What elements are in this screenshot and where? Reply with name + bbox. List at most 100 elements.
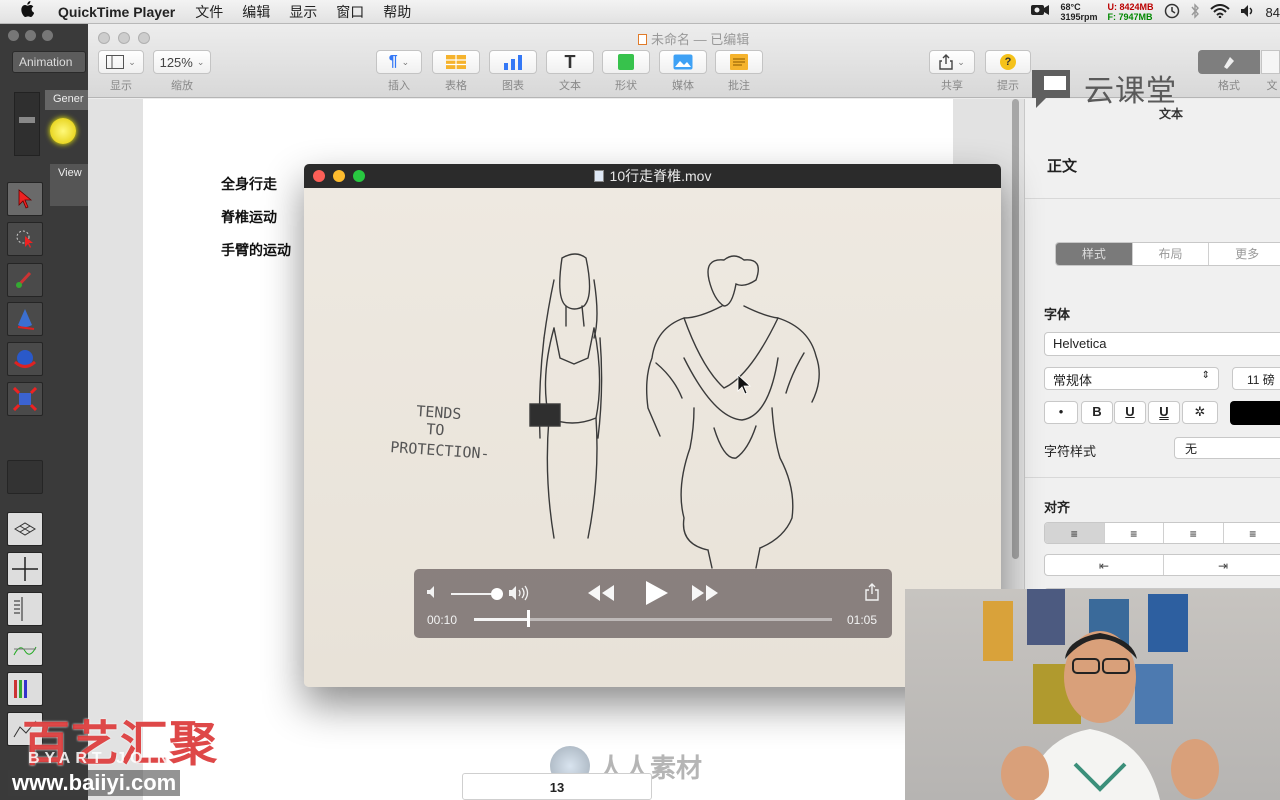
share-video-icon[interactable] bbox=[865, 583, 879, 606]
align-justify-button[interactable]: ≡ bbox=[1224, 523, 1280, 543]
align-right-button[interactable]: ≡ bbox=[1164, 523, 1224, 543]
paint-brush-icon[interactable] bbox=[7, 263, 43, 297]
increase-indent-button[interactable]: ⇥ bbox=[1164, 555, 1280, 575]
time-machine-icon[interactable] bbox=[1164, 3, 1180, 22]
rewind-icon[interactable] bbox=[586, 583, 616, 608]
app-menu[interactable]: QuickTime Player bbox=[58, 4, 175, 20]
cube-scale-icon[interactable] bbox=[7, 382, 43, 416]
zoom-button[interactable] bbox=[42, 30, 53, 41]
vertical-scrollbar[interactable] bbox=[1012, 99, 1019, 559]
cone-shape-icon[interactable] bbox=[7, 302, 43, 336]
battery-readout[interactable]: 84 bbox=[1266, 5, 1280, 20]
sketch-text-2: TO bbox=[426, 420, 445, 439]
wifi-icon[interactable] bbox=[1209, 3, 1230, 21]
general-tab[interactable]: Gener bbox=[45, 90, 90, 110]
scrubber-handle[interactable] bbox=[526, 610, 530, 627]
format-label: 格式 bbox=[1218, 80, 1240, 92]
close-button[interactable] bbox=[8, 30, 19, 41]
comment-button[interactable] bbox=[715, 50, 763, 74]
share-button[interactable]: ⌄ bbox=[929, 50, 975, 74]
table-icon bbox=[446, 55, 466, 69]
tips-button[interactable]: ? bbox=[985, 50, 1031, 74]
font-size-field[interactable]: 11 磅 bbox=[1232, 367, 1280, 390]
gear-options-button[interactable]: ✲ bbox=[1182, 401, 1218, 424]
view-tab[interactable]: View bbox=[50, 164, 90, 206]
bold-button[interactable]: B bbox=[1081, 401, 1113, 424]
camera-icon[interactable] bbox=[1030, 3, 1050, 22]
view-button[interactable]: ⌄ bbox=[98, 50, 144, 74]
video-zoom-button[interactable] bbox=[353, 170, 365, 182]
pages-zoom-button[interactable] bbox=[138, 32, 150, 44]
curve-view-icon[interactable] bbox=[7, 632, 43, 666]
sphere-rotate-icon[interactable] bbox=[7, 342, 43, 376]
align-left-button[interactable]: ≡ bbox=[1045, 523, 1105, 543]
align-center-button[interactable]: ≡ bbox=[1105, 523, 1164, 543]
minimize-button[interactable] bbox=[25, 30, 36, 41]
text-color-well[interactable] bbox=[1230, 401, 1280, 425]
tab-style[interactable]: 样式 bbox=[1056, 243, 1133, 265]
italic-button[interactable]: U bbox=[1114, 401, 1146, 424]
chart-button[interactable] bbox=[489, 50, 537, 74]
shape-button[interactable] bbox=[602, 50, 650, 74]
volume-max-icon[interactable] bbox=[508, 585, 530, 606]
layout-grid-icon[interactable] bbox=[7, 512, 43, 546]
pages-close-button[interactable] bbox=[98, 32, 110, 44]
text-button[interactable]: T bbox=[546, 50, 594, 74]
insert-button[interactable]: ¶ ⌄ bbox=[376, 50, 422, 74]
tab-layout[interactable]: 布局 bbox=[1133, 243, 1210, 265]
text-t-icon: T bbox=[564, 51, 576, 72]
decrease-indent-button[interactable]: ⇤ bbox=[1045, 555, 1164, 575]
document-toggle[interactable] bbox=[1261, 50, 1280, 74]
quad-view-icon[interactable] bbox=[7, 552, 43, 586]
light-sun-icon[interactable] bbox=[50, 118, 76, 144]
format-toggle[interactable] bbox=[1198, 50, 1260, 74]
lasso-select-icon[interactable] bbox=[7, 222, 43, 256]
menu-window[interactable]: 窗口 bbox=[336, 2, 364, 22]
slider-handle[interactable] bbox=[14, 92, 40, 156]
fast-forward-icon[interactable] bbox=[690, 583, 720, 608]
memory-readout[interactable]: U: 8424MB F: 7947MB bbox=[1108, 2, 1154, 22]
media-button[interactable] bbox=[659, 50, 707, 74]
temp-readout[interactable]: 68°C 3195rpm bbox=[1060, 2, 1097, 22]
play-icon[interactable] bbox=[642, 579, 670, 612]
char-style-select[interactable]: 无 bbox=[1174, 437, 1280, 459]
pages-minimize-button[interactable] bbox=[118, 32, 130, 44]
zoom-dropdown[interactable]: 125% ⌄ bbox=[153, 50, 211, 74]
menu-edit[interactable]: 编辑 bbox=[242, 2, 270, 22]
bullet-button[interactable]: • bbox=[1044, 401, 1078, 424]
timeline-view-icon[interactable] bbox=[7, 672, 43, 706]
sketch-text-3: PROTECTION- bbox=[390, 438, 490, 463]
video-minimize-button[interactable] bbox=[333, 170, 345, 182]
bluetooth-icon[interactable] bbox=[1190, 2, 1200, 22]
align-divider bbox=[1025, 477, 1280, 478]
video-title-bar[interactable]: 10行走脊椎.mov bbox=[304, 164, 1001, 188]
total-time: 01:05 bbox=[847, 613, 878, 627]
table-button[interactable] bbox=[432, 50, 480, 74]
doc-line-walk[interactable]: 全身行走 bbox=[221, 174, 277, 194]
menu-file[interactable]: 文件 bbox=[195, 2, 223, 22]
volume-mute-icon[interactable] bbox=[426, 585, 440, 604]
volume-knob[interactable] bbox=[490, 588, 503, 600]
empty-tool-slot[interactable] bbox=[7, 460, 43, 494]
doc-line-arm[interactable]: 手臂的运动 bbox=[221, 240, 291, 260]
font-style-select[interactable]: 常规体 ⇕ bbox=[1044, 367, 1219, 390]
paragraph-style-name[interactable]: 正文 bbox=[1047, 155, 1077, 176]
apple-menu-icon[interactable] bbox=[20, 1, 40, 22]
font-family-select[interactable]: Helvetica bbox=[1044, 332, 1280, 356]
zoom-label: 缩放 bbox=[171, 80, 193, 92]
video-close-button[interactable] bbox=[313, 170, 325, 182]
select-arrow-tool[interactable] bbox=[7, 182, 43, 216]
underline-button[interactable]: U bbox=[1148, 401, 1180, 424]
sidebar-layout-icon bbox=[106, 55, 125, 69]
view-tab-label: View bbox=[58, 167, 82, 179]
menu-help[interactable]: 帮助 bbox=[383, 2, 411, 22]
doc-line-spine[interactable]: 脊椎运动 bbox=[221, 207, 277, 227]
menu-view[interactable]: 显示 bbox=[289, 2, 317, 22]
page-number-indicator[interactable]: 13 bbox=[462, 773, 652, 800]
video-frame[interactable]: TENDS TO PROTECTION- 00:10 01:05 bbox=[304, 188, 1001, 687]
volume-icon[interactable] bbox=[1240, 4, 1256, 21]
tab-more[interactable]: 更多 bbox=[1209, 243, 1280, 265]
chart-icon bbox=[504, 55, 522, 70]
tab-animation[interactable]: Animation bbox=[12, 51, 86, 73]
split-view-icon[interactable] bbox=[7, 592, 43, 626]
